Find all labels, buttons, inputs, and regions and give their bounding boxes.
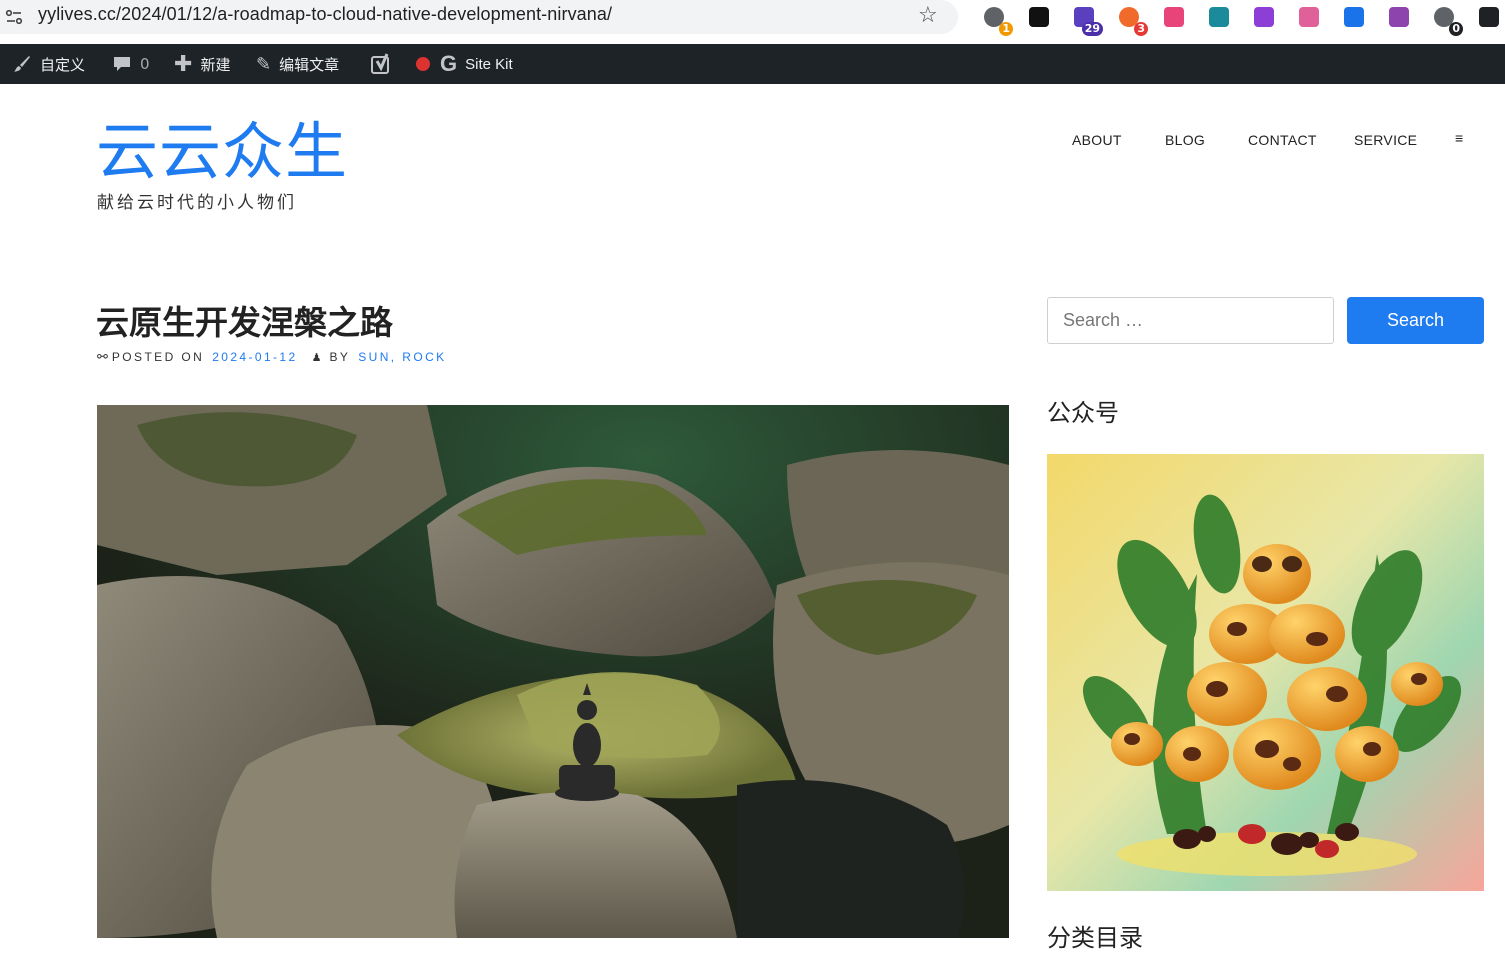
browser-toolbar: yylives.cc/2024/01/12/a-roadmap-to-cloud… xyxy=(0,0,1505,44)
customize-button[interactable]: 自定义 xyxy=(12,44,85,84)
sync-icon[interactable]: 0 xyxy=(1431,4,1463,36)
seo-status-dot-icon xyxy=(416,57,430,71)
site-kit-label: Site Kit xyxy=(465,55,513,73)
dark-square-glyph xyxy=(1479,7,1499,27)
graduation-cap-badge: 29 xyxy=(1081,22,1103,36)
categories-widget-title: 分类目录 xyxy=(1047,924,1143,952)
customize-label: 自定义 xyxy=(40,55,86,74)
ext-ring-badge: 1 xyxy=(999,22,1013,36)
comments-button[interactable]: 0 xyxy=(112,44,150,84)
edit-post-button[interactable]: ✎ 编辑文章 xyxy=(256,44,339,84)
blue-flag-icon[interactable] xyxy=(1341,4,1367,30)
site-kit-button[interactable]: G Site Kit xyxy=(440,44,513,84)
yoast-icon xyxy=(371,53,389,74)
google-g-icon: G xyxy=(440,51,458,76)
author-link[interactable]: SUN, ROCK xyxy=(358,350,446,364)
by-label: BY xyxy=(329,350,351,364)
link-icon: ⚯ xyxy=(97,349,108,364)
comments-count: 0 xyxy=(140,55,150,73)
new-content-button[interactable]: ✚ 新建 xyxy=(174,44,230,84)
openai-icon[interactable] xyxy=(1386,4,1412,30)
featured-image xyxy=(97,405,1009,938)
paintbrush-icon xyxy=(14,56,30,72)
nav-about[interactable]: ABOUT xyxy=(1072,132,1122,148)
search-button[interactable]: Search xyxy=(1347,297,1484,344)
post-date-link[interactable]: 2024-01-12 xyxy=(212,350,297,364)
nav-service[interactable]: SERVICE xyxy=(1354,132,1417,148)
lr-icon[interactable] xyxy=(1251,4,1277,30)
grid-app-glyph xyxy=(1209,7,1229,27)
wp-admin-bar: 自定义 0 ✚ 新建 ✎ 编辑文章 G Site Kit xyxy=(0,44,1505,84)
edit-post-label: 编辑文章 xyxy=(279,55,340,74)
blue-flag-glyph xyxy=(1344,7,1364,27)
site-description: 献给云时代的小人物们 xyxy=(97,193,297,213)
posted-on-label: POSTED ON xyxy=(111,350,205,364)
menu-toggle-icon[interactable]: ≡ xyxy=(1455,130,1463,146)
notion-glyph xyxy=(1029,7,1049,27)
translate-glyph xyxy=(1164,7,1184,27)
author-icon: ♟ xyxy=(311,351,322,364)
ants-illustration-image xyxy=(1047,454,1484,891)
openai-glyph xyxy=(1389,7,1409,27)
address-bar[interactable]: yylives.cc/2024/01/12/a-roadmap-to-cloud… xyxy=(0,0,958,34)
site-title[interactable]: 云云众生 xyxy=(96,112,348,192)
orange-dots-badge: 3 xyxy=(1134,22,1148,36)
url-text[interactable]: yylives.cc/2024/01/12/a-roadmap-to-cloud… xyxy=(38,4,612,25)
graduation-cap-icon[interactable]: 29 xyxy=(1071,4,1103,36)
cloud-pink-glyph xyxy=(1299,7,1319,27)
wechat-account-image[interactable] xyxy=(1047,454,1484,891)
search-placeholder: Search … xyxy=(1063,310,1144,330)
notion-icon[interactable] xyxy=(1026,4,1052,30)
orange-dots-icon[interactable]: 3 xyxy=(1116,4,1148,36)
search-input[interactable]: Search … xyxy=(1047,297,1334,344)
cloud-pink-icon[interactable] xyxy=(1296,4,1322,30)
sync-badge: 0 xyxy=(1449,22,1463,36)
plus-icon: ✚ xyxy=(174,51,193,77)
post-meta: ⚯ POSTED ON 2024-01-12 ♟ BY SUN, ROCK xyxy=(97,349,447,365)
bookmark-star-icon[interactable]: ☆ xyxy=(918,3,938,28)
site-info-icon[interactable] xyxy=(5,8,23,26)
translate-icon[interactable] xyxy=(1161,4,1187,30)
dark-square-icon[interactable] xyxy=(1476,4,1502,30)
pencil-icon: ✎ xyxy=(256,53,272,75)
yoast-seo-button[interactable] xyxy=(370,44,430,84)
grid-app-icon[interactable] xyxy=(1206,4,1232,30)
post-title: 云原生开发涅槃之路 xyxy=(96,303,393,342)
ext-ring-icon[interactable]: 1 xyxy=(981,4,1013,36)
wechat-widget-title: 公众号 xyxy=(1047,399,1119,427)
lr-glyph xyxy=(1254,7,1274,27)
nav-contact[interactable]: CONTACT xyxy=(1248,132,1317,148)
new-label: 新建 xyxy=(200,55,231,74)
comment-bubble-icon xyxy=(114,57,130,71)
buddha-on-mossy-rocks-image xyxy=(97,405,1009,938)
nav-blog[interactable]: BLOG xyxy=(1165,132,1205,148)
